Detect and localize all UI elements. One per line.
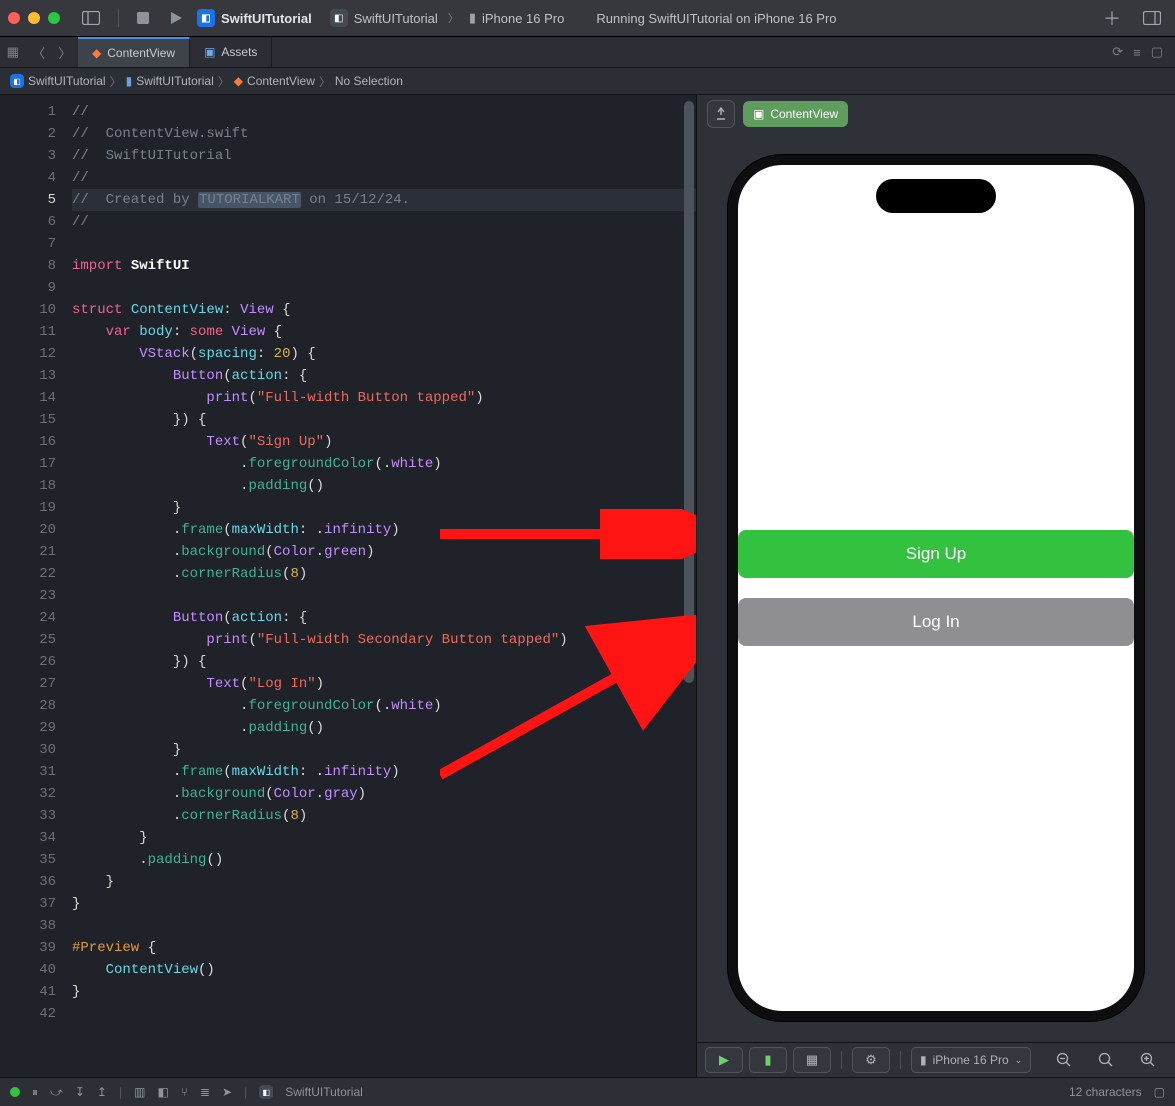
debug-target-icon: ◧ (259, 1085, 273, 1099)
add-button[interactable]: ＋ (1097, 5, 1127, 31)
device-icon: ▮ (469, 10, 476, 26)
line-gutter: 1234567891011121314151617181920212223242… (0, 95, 66, 1077)
zoom-fit-button[interactable] (1087, 1047, 1125, 1073)
step-over-icon[interactable]: ⤻ (50, 1085, 63, 1100)
minimize-window-button[interactable] (28, 12, 40, 24)
refresh-icon[interactable]: ⟳ (1112, 44, 1123, 60)
bottom-panel-toggle-icon[interactable]: ▢ (1154, 1085, 1165, 1099)
chevron-right-icon: 〉 (110, 73, 122, 90)
panels-icon[interactable]: ▢ (1151, 44, 1163, 60)
tab-label: Assets (221, 45, 257, 59)
device-name: iPhone 16 Pro (933, 1053, 1009, 1067)
tab-bar: ▦ 〈 〉 ◆ ContentView ▣ Assets ⟳ ≡ ▢ (0, 37, 1175, 68)
variants-button[interactable]: ▦ (793, 1047, 831, 1073)
project-title[interactable]: ◧ SwiftUITutorial (197, 9, 312, 27)
debug-hierarchy-icon[interactable]: ⑂ (181, 1085, 188, 1099)
chevron-right-icon: 〉 (218, 73, 230, 90)
crumb-file[interactable]: ContentView (247, 74, 315, 88)
tab-label: ContentView (107, 46, 175, 60)
scheme-device-label: iPhone 16 Pro (482, 11, 564, 26)
scheme-selector[interactable]: ◧ SwiftUITutorial 〉 ▮ iPhone 16 Pro (330, 9, 565, 27)
debug-layers-icon[interactable]: ≣ (200, 1085, 210, 1099)
stop-button[interactable] (131, 12, 155, 24)
preview-chip-icon: ▣ (753, 107, 764, 121)
login-label: Log In (912, 612, 959, 632)
tab-assets[interactable]: ▣ Assets (190, 37, 272, 67)
nav-forward-icon[interactable]: 〉 (58, 43, 71, 62)
adjust-editor-icon[interactable]: ≡ (1133, 45, 1141, 60)
preview-canvas[interactable]: Sign Up Log In (697, 133, 1175, 1042)
chevron-down-icon: ⌄ (1015, 1055, 1023, 1066)
nav-back-icon[interactable]: 〈 (32, 43, 45, 62)
code-area[interactable]: //// ContentView.swift// SwiftUITutorial… (66, 95, 696, 1077)
library-toggle-icon[interactable] (1137, 11, 1167, 25)
tab-contentview[interactable]: ◆ ContentView (78, 37, 190, 67)
sidebar-toggle-icon[interactable] (76, 11, 106, 25)
pin-preview-button[interactable] (707, 100, 735, 128)
preview-chip[interactable]: ▣ ContentView (743, 101, 848, 127)
iphone-frame: Sign Up Log In (728, 155, 1144, 1021)
preview-chip-label: ContentView (770, 107, 838, 121)
zoom-out-button[interactable] (1045, 1047, 1083, 1073)
scheme-app-label: SwiftUITutorial (354, 11, 438, 26)
vertical-scrollbar[interactable] (684, 101, 694, 1071)
device-dropdown[interactable]: ▮ iPhone 16 Pro ⌄ (911, 1047, 1031, 1073)
selectable-mode-button[interactable]: ▮ (749, 1047, 787, 1073)
char-count-label: 12 characters (1069, 1085, 1142, 1099)
swift-file-icon: ◆ (92, 46, 101, 60)
assets-icon: ▣ (204, 45, 215, 59)
debug-pause-icon[interactable]: ⏸ (32, 1085, 38, 1100)
project-title-label: SwiftUITutorial (221, 11, 312, 26)
build-status-label: Running SwiftUITutorial on iPhone 16 Pro (596, 11, 836, 26)
dynamic-island (876, 179, 996, 213)
preview-toolbar: ▶ ▮ ▦ ⚙ ▮ iPhone 16 Pro ⌄ (697, 1042, 1175, 1077)
live-preview-button[interactable]: ▶ (705, 1047, 743, 1073)
code-editor[interactable]: 1234567891011121314151617181920212223242… (0, 95, 696, 1077)
debug-location-icon[interactable]: ➤ (222, 1085, 232, 1099)
titlebar: ◧ SwiftUITutorial ◧ SwiftUITutorial 〉 ▮ … (0, 0, 1175, 37)
crumb-folder[interactable]: SwiftUITutorial (136, 74, 214, 88)
app-icon: ◧ (197, 9, 215, 27)
step-into-icon[interactable]: ↧ (75, 1085, 85, 1099)
login-button[interactable]: Log In (738, 598, 1134, 646)
folder-icon: ▮ (126, 74, 133, 88)
device-settings-button[interactable]: ⚙ (852, 1047, 890, 1073)
swift-file-icon: ◆ (234, 74, 243, 88)
crumb-project[interactable]: SwiftUITutorial (28, 74, 106, 88)
crumb-selection[interactable]: No Selection (335, 74, 403, 88)
related-items-icon[interactable]: ▦ (7, 44, 19, 60)
run-button[interactable] (163, 11, 189, 25)
chevron-right-icon: 〉 (448, 10, 459, 26)
close-window-button[interactable] (8, 12, 20, 24)
maximize-window-button[interactable] (48, 12, 60, 24)
project-icon: ◧ (10, 74, 24, 88)
preview-panel: ▣ ContentView Sign Up Log In ▶ ▮ ▦ ⚙ ▮ i… (696, 95, 1175, 1077)
device-icon: ▮ (920, 1053, 927, 1067)
signup-button[interactable]: Sign Up (738, 530, 1134, 578)
debug-target-label[interactable]: SwiftUITutorial (285, 1085, 363, 1099)
debug-memory-icon[interactable]: ◧ (157, 1085, 168, 1099)
window-controls (8, 12, 60, 24)
main-split: 1234567891011121314151617181920212223242… (0, 95, 1175, 1077)
chevron-right-icon: 〉 (319, 73, 331, 90)
breadcrumb: ◧ SwiftUITutorial 〉 ▮ SwiftUITutorial 〉 … (0, 68, 1175, 95)
scheme-app-icon: ◧ (330, 9, 348, 27)
debug-view-icon[interactable]: ▥ (134, 1085, 145, 1099)
status-led-icon (10, 1087, 20, 1097)
step-out-icon[interactable]: ↥ (97, 1085, 107, 1099)
signup-label: Sign Up (906, 544, 966, 564)
zoom-in-button[interactable] (1129, 1047, 1167, 1073)
